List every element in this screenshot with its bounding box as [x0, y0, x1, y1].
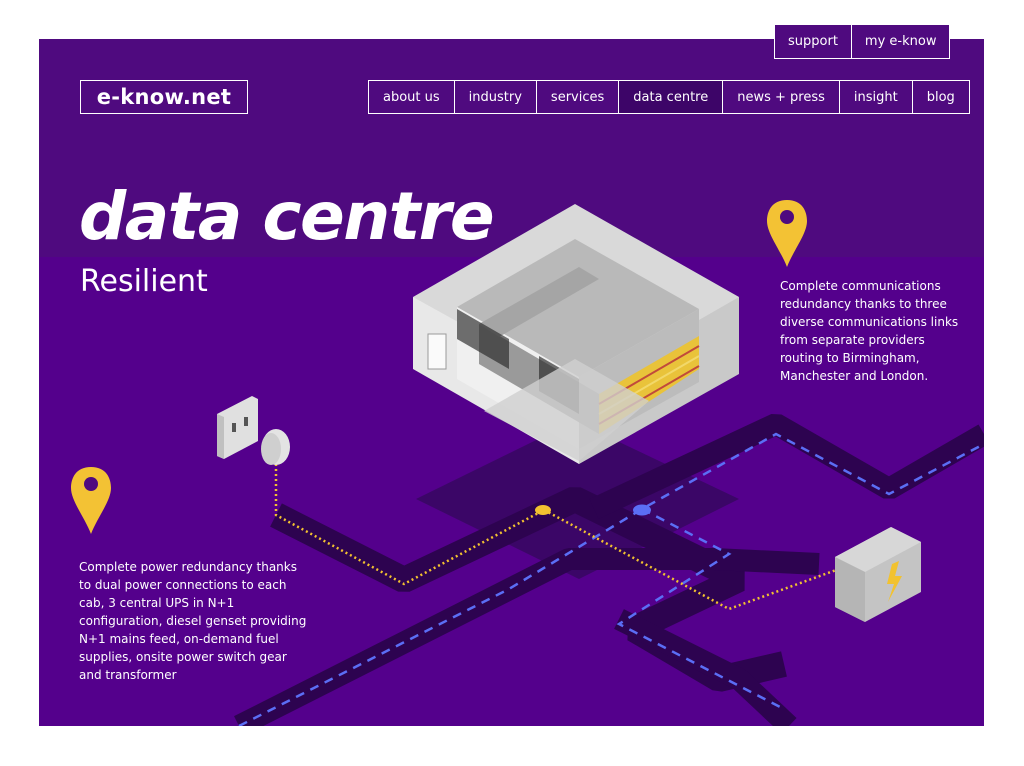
plug-socket-icon — [217, 396, 258, 459]
hero-stage: e-know.net about us industry services da… — [39, 39, 984, 726]
nav-item-services[interactable]: services — [537, 81, 620, 113]
generator-icon — [835, 527, 921, 622]
nav-item-industry[interactable]: industry — [455, 81, 537, 113]
nav-item-news-press[interactable]: news + press — [723, 81, 840, 113]
map-pin-icon — [767, 200, 807, 267]
power-plug-icon — [261, 429, 290, 465]
support-link[interactable]: support — [775, 25, 852, 58]
brand-logo[interactable]: e-know.net — [80, 80, 248, 114]
nav-item-blog[interactable]: blog — [913, 81, 969, 113]
power-callout: Complete power redundancy thanks to dual… — [79, 560, 307, 682]
utility-nav: support my e-know — [774, 24, 951, 59]
nav-item-insight[interactable]: insight — [840, 81, 913, 113]
page-title: data centre — [79, 178, 495, 255]
main-nav: about us industry services data centre n… — [368, 80, 970, 114]
page-subtitle: Resilient — [80, 264, 208, 299]
nav-item-data-centre[interactable]: data centre — [619, 81, 724, 113]
my-eknow-link[interactable]: my e-know — [852, 25, 950, 58]
map-pin-icon — [71, 467, 111, 534]
nav-item-about-us[interactable]: about us — [369, 81, 455, 113]
communications-callout: Complete communications redundancy thank… — [780, 279, 959, 383]
